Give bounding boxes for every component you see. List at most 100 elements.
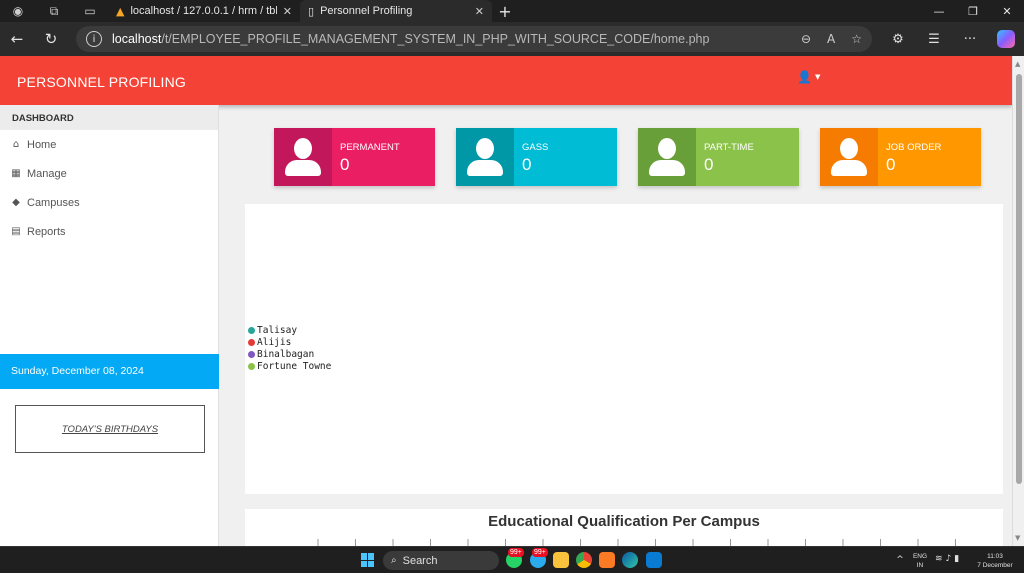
- legend-item[interactable]: Fortune Towne: [248, 360, 331, 372]
- top-navbar: PERSONNEL PROFILING 👤 ▼: [0, 56, 1012, 105]
- favorites-icon[interactable]: ☰: [916, 22, 952, 56]
- stat-card-permanent[interactable]: PERMANENT 0: [274, 128, 435, 186]
- xampp-icon[interactable]: [599, 552, 615, 568]
- campus-pie-chart: Talisay Alijis Binalbagan Fortune Towne: [245, 204, 1003, 494]
- tab-actions-icon[interactable]: ▭: [72, 0, 108, 22]
- profile-avatar-icon[interactable]: ◉: [0, 0, 36, 22]
- close-tab-icon[interactable]: ✕: [283, 5, 292, 18]
- birthdays-link[interactable]: TODAY'S BIRTHDAYS: [62, 424, 158, 435]
- legend-label: Talisay: [257, 324, 298, 336]
- refresh-icon[interactable]: ↻: [34, 22, 68, 56]
- legend-swatch: [248, 338, 255, 346]
- back-icon[interactable]: ←: [0, 22, 34, 56]
- stat-card-part-time[interactable]: PART-TIME 0: [638, 128, 799, 186]
- edge-icon[interactable]: [622, 552, 638, 568]
- tab-title: Personnel Profiling: [320, 5, 413, 17]
- tray-status-icons[interactable]: ≋♪▮: [935, 554, 962, 564]
- browser-toolbar: ← ↻ i localhost/t/EMPLOYEE_PROFILE_MANAG…: [0, 22, 1024, 56]
- region-code: IN: [916, 561, 924, 569]
- stat-card-icon-box: [638, 128, 696, 186]
- caret-down-icon: ▼: [814, 73, 821, 81]
- person-icon: [467, 138, 503, 176]
- current-date: Sunday, December 08, 2024: [0, 354, 219, 389]
- volume-icon: ♪: [945, 554, 955, 564]
- sidebar-item-label: Reports: [27, 225, 66, 238]
- legend-item[interactable]: Talisay: [248, 324, 331, 336]
- file-explorer-icon[interactable]: [553, 552, 569, 568]
- chart-legend: Talisay Alijis Binalbagan Fortune Towne: [248, 324, 331, 372]
- stat-card-value: 0: [886, 155, 896, 174]
- wifi-icon: ≋: [935, 554, 946, 564]
- restore-icon[interactable]: ❐: [956, 0, 990, 22]
- legend-swatch: [248, 350, 255, 358]
- page-scrollbar[interactable]: ▲ ▼: [1012, 56, 1024, 546]
- tray-overflow-icon[interactable]: ^: [894, 547, 906, 573]
- scroll-down-icon[interactable]: ▼: [1015, 534, 1023, 542]
- zoom-icon[interactable]: ⊖: [801, 32, 811, 46]
- user-icon: 👤: [797, 70, 812, 84]
- vscode-icon[interactable]: [646, 552, 662, 568]
- scroll-up-icon[interactable]: ▲: [1015, 60, 1023, 68]
- tab-personnel-profiling[interactable]: ▯ Personnel Profiling ✕: [300, 0, 492, 22]
- sidebar-item-home[interactable]: ⌂ Home: [0, 130, 218, 159]
- site-info-icon[interactable]: i: [86, 31, 102, 47]
- clock-time: 11:03: [987, 552, 1003, 560]
- minimize-icon[interactable]: —: [922, 0, 956, 22]
- stat-card-label: GASS: [522, 142, 549, 153]
- sidebar-item-reports[interactable]: ▤ Reports: [0, 217, 218, 246]
- workspaces-icon[interactable]: ⧉: [36, 0, 72, 22]
- birthdays-box: TODAY'S BIRTHDAYS: [15, 405, 205, 453]
- close-tab-icon[interactable]: ✕: [475, 5, 484, 18]
- browser-tab-bar: ◉ ⧉ ▭ ▲ localhost / 127.0.0.1 / hrm / tb…: [0, 0, 1024, 22]
- battery-icon: ▮: [954, 554, 963, 564]
- home-icon: ⌂: [12, 139, 20, 150]
- main-content: PERMANENT 0 GASS 0 PART-TIME 0 JOB ORDER…: [220, 105, 1012, 546]
- language-code: ENG: [912, 552, 928, 560]
- sidebar-item-label: Manage: [27, 167, 67, 180]
- grid-icon: ▦: [11, 168, 21, 179]
- search-icon: ⌕: [391, 555, 397, 566]
- read-aloud-icon[interactable]: A: [827, 32, 835, 46]
- taskbar-search[interactable]: ⌕ Search: [383, 551, 499, 570]
- phpmyadmin-favicon-icon: ▲: [116, 4, 125, 18]
- stat-card-label: PERMANENT: [340, 142, 400, 153]
- copilot-icon[interactable]: [988, 22, 1024, 56]
- tab-phpmyadmin[interactable]: ▲ localhost / 127.0.0.1 / hrm / tbl_p ✕: [108, 0, 300, 22]
- stat-card-gass[interactable]: GASS 0: [456, 128, 617, 186]
- user-menu-toggle[interactable]: 👤 ▼: [797, 70, 820, 84]
- legend-item[interactable]: Binalbagan: [248, 348, 331, 360]
- stat-card-job-order[interactable]: JOB ORDER 0: [820, 128, 981, 186]
- windows-taskbar: ⌕ Search 99+ 99+ ^ ENG IN ≋♪▮ 11:03 7 De…: [0, 546, 1024, 573]
- stat-card-value: 0: [704, 155, 714, 174]
- taskbar-search-label: Search: [402, 554, 438, 567]
- notification-badge: 99+: [508, 548, 524, 557]
- extensions-icon[interactable]: ⚙: [880, 22, 916, 56]
- windows-start-icon[interactable]: [361, 553, 375, 567]
- language-indicator[interactable]: ENG IN: [910, 547, 930, 573]
- chrome-icon[interactable]: [576, 552, 592, 568]
- page-viewport: PERSONNEL PROFILING 👤 ▼ DASHBOARD ⌂ Home…: [0, 56, 1012, 546]
- more-options-icon[interactable]: ···: [952, 22, 988, 56]
- stat-card-icon-box: [456, 128, 514, 186]
- scrollbar-thumb[interactable]: [1016, 74, 1022, 484]
- sidebar-item-label: Home: [27, 138, 57, 151]
- brand-title[interactable]: PERSONNEL PROFILING: [17, 74, 186, 90]
- sidebar-item-campuses[interactable]: ◆ Campuses: [0, 188, 218, 217]
- favorite-star-icon[interactable]: ☆: [851, 32, 862, 46]
- url-text: localhost/t/EMPLOYEE_PROFILE_MANAGEMENT_…: [112, 32, 710, 46]
- person-icon: [285, 138, 321, 176]
- sidebar: DASHBOARD ⌂ Home ▦ Manage ◆ Campuses ▤ R…: [0, 105, 219, 546]
- clock-date: 7 December: [977, 561, 1013, 569]
- window-controls: — ❐ ✕: [922, 0, 1024, 22]
- stat-card-value: 0: [522, 155, 532, 174]
- legend-swatch: [248, 326, 255, 334]
- legend-label: Alijis: [257, 336, 292, 348]
- clock[interactable]: 11:03 7 December: [972, 547, 1018, 573]
- close-window-icon[interactable]: ✕: [990, 0, 1024, 22]
- education-chart: Educational Qualification Per Campus: [245, 509, 1003, 546]
- new-tab-icon[interactable]: +: [492, 0, 518, 22]
- page-favicon-icon: ▯: [308, 4, 315, 18]
- legend-item[interactable]: Alijis: [248, 336, 331, 348]
- address-bar[interactable]: i localhost/t/EMPLOYEE_PROFILE_MANAGEMEN…: [76, 26, 872, 52]
- sidebar-item-manage[interactable]: ▦ Manage: [0, 159, 218, 188]
